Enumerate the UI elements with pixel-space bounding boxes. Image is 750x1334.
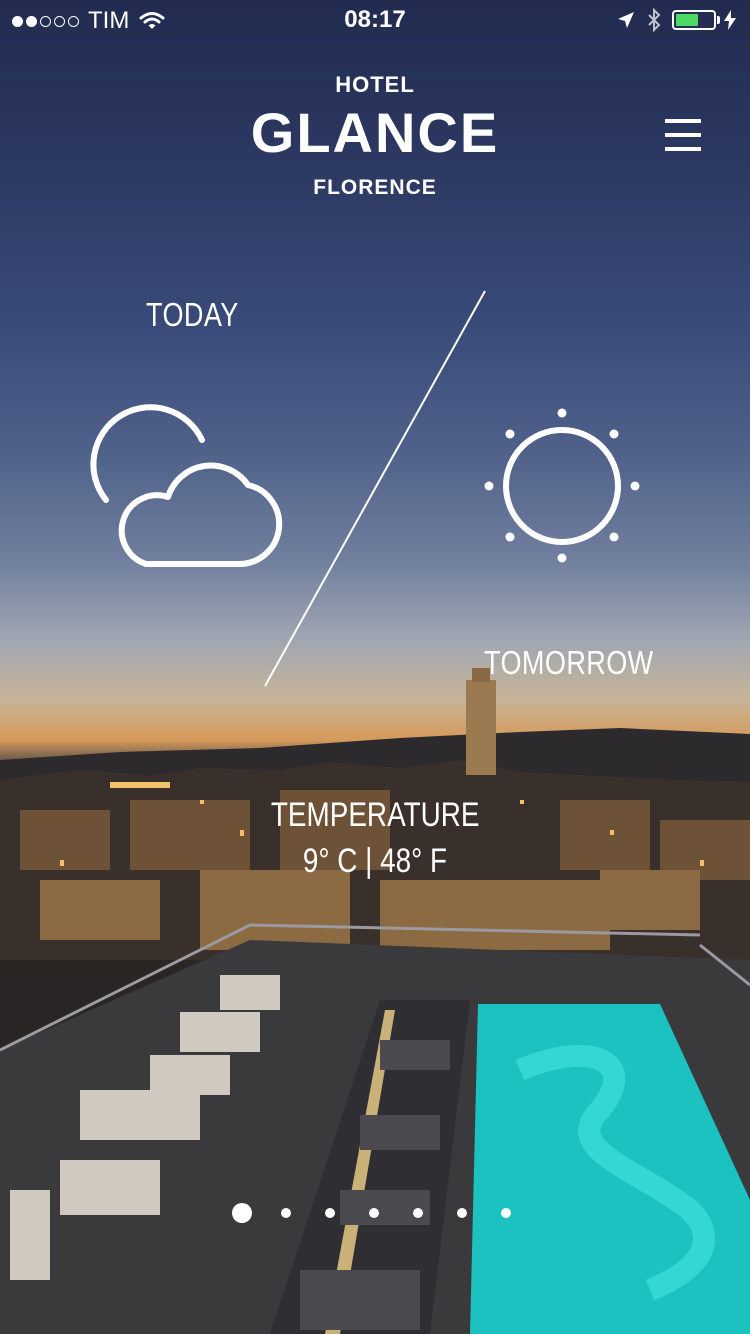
today-label: TODAY [146,296,239,333]
page-dot[interactable] [325,1208,335,1218]
page-dot[interactable] [501,1208,511,1218]
page-dot-active[interactable] [232,1203,252,1223]
page-dot[interactable] [281,1208,291,1218]
page-dot[interactable] [457,1208,467,1218]
brand-title: GLANCE [250,101,500,164]
hamburger-menu-icon[interactable] [665,119,701,152]
partly-cloudy-icon [90,404,283,568]
status-right [616,8,736,32]
location-arrow-icon [618,12,634,28]
divider-line [264,290,486,687]
battery-fill [676,14,698,26]
page-dot[interactable] [369,1208,379,1218]
temperature-label: TEMPERATURE [0,796,750,835]
bluetooth-icon [648,8,661,32]
sun-icon [484,408,640,563]
page-dot[interactable] [413,1208,423,1218]
battery-icon [672,10,716,30]
brand-city-label: FLORENCE [313,176,437,199]
charging-bolt-icon [724,10,736,30]
page-indicator [232,1203,545,1223]
tomorrow-label: TOMORROW [484,644,654,681]
battery-tip [717,16,720,24]
temperature-label-text: TEMPERATURE [270,796,480,834]
status-bar: TIM 08:17 [0,0,750,40]
brand-hotel-label: HOTEL [335,72,415,97]
temperature-value: 9° C | 48° F [0,842,750,881]
temperature-value-text: 9° C | 48° F [302,842,448,880]
